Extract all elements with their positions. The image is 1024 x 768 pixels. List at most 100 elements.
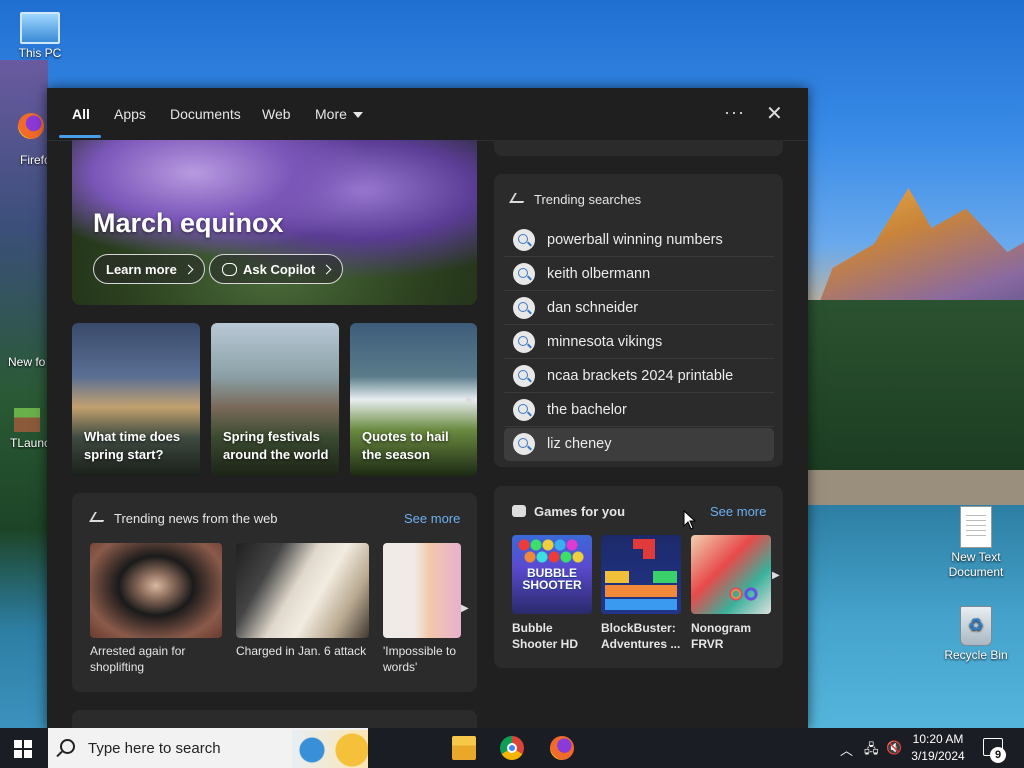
trending-searches-section: Trending searches powerball winning numb… bbox=[494, 174, 783, 467]
games-heading-label: Games for you bbox=[534, 504, 626, 519]
trending-search-label: ncaa brackets 2024 printable bbox=[547, 368, 734, 384]
hero-card[interactable]: March equinox Learn more Ask Copilot bbox=[72, 140, 477, 305]
mouse-cursor bbox=[683, 509, 697, 535]
news-see-more-link[interactable]: See more bbox=[404, 511, 460, 526]
games-see-more-link[interactable]: See more bbox=[710, 504, 766, 519]
trending-news-heading: Trending news from the web bbox=[89, 511, 278, 526]
games-heading: Games for you bbox=[512, 504, 625, 519]
chrome-icon[interactable] bbox=[500, 736, 524, 760]
desktop-icon-firefox[interactable]: Firefo bbox=[14, 113, 51, 167]
news-item-caption[interactable]: 'Impossible to words' bbox=[383, 643, 461, 675]
game-tile-blockbuster[interactable] bbox=[601, 535, 681, 614]
computer-icon bbox=[20, 12, 60, 44]
card-spring-festivals[interactable]: Spring festivals around the world bbox=[211, 323, 339, 476]
desktop-icon-this-pc[interactable]: This PC bbox=[12, 12, 68, 60]
games-next-button[interactable]: ▶ bbox=[772, 570, 780, 581]
desktop-icon-label: TLaunc bbox=[10, 436, 51, 450]
desktop-icon-new-folder[interactable]: New fo bbox=[8, 355, 48, 369]
card-caption: Spring festivals around the world bbox=[223, 429, 329, 462]
show-hidden-icons-button[interactable]: ︿ bbox=[840, 740, 853, 759]
news-item-caption[interactable]: Charged in Jan. 6 attack bbox=[236, 643, 376, 659]
game-tile-bubble-shooter[interactable]: BUBBLE SHOOTER bbox=[512, 535, 592, 614]
previous-section-card bbox=[494, 140, 783, 156]
news-item-image[interactable] bbox=[236, 543, 369, 638]
trending-search-label: dan schneider bbox=[547, 300, 639, 316]
tab-documents[interactable]: Documents bbox=[170, 106, 241, 122]
trending-search-label: keith olbermann bbox=[547, 266, 651, 282]
game-title[interactable]: BlockBuster: Adventures ... bbox=[601, 620, 689, 652]
trending-search-item[interactable]: liz cheney bbox=[504, 428, 774, 461]
search-icon bbox=[513, 365, 535, 387]
news-next-button[interactable]: ▶ bbox=[461, 603, 469, 614]
trending-icon bbox=[89, 512, 109, 522]
card-quotes[interactable]: Quotes to hail the season bbox=[350, 323, 477, 476]
card-spring-start[interactable]: What time does spring start? bbox=[72, 323, 200, 476]
bubbles-art bbox=[518, 539, 586, 569]
recycle-bin-icon: ♻ bbox=[960, 606, 992, 646]
desktop-icon-recycle-bin[interactable]: ♻ Recycle Bin bbox=[938, 606, 1014, 662]
game-title[interactable]: Nonogram FRVR bbox=[691, 620, 771, 652]
notification-count-badge: 9 bbox=[990, 747, 1006, 763]
search-highlight-image bbox=[292, 730, 368, 768]
card-caption: What time does spring start? bbox=[84, 429, 181, 462]
chat-icon bbox=[222, 263, 237, 276]
trending-icon bbox=[509, 193, 529, 203]
network-icon[interactable]: 🖧 bbox=[864, 740, 879, 762]
search-icon bbox=[513, 399, 535, 421]
close-icon: ✕ bbox=[766, 103, 783, 125]
start-button[interactable] bbox=[14, 740, 32, 758]
search-icon bbox=[513, 263, 535, 285]
chevron-right-icon: ▶ bbox=[465, 394, 475, 406]
trending-search-item[interactable]: dan schneider bbox=[504, 292, 774, 325]
more-options-button[interactable]: ··· bbox=[724, 102, 745, 123]
games-section: Games for you See more BUBBLE SHOOTER Bu… bbox=[494, 486, 783, 668]
learn-more-button[interactable]: Learn more bbox=[93, 254, 205, 284]
trending-search-item[interactable]: powerball winning numbers bbox=[504, 224, 774, 257]
trending-search-label: liz cheney bbox=[547, 436, 612, 452]
text-document-icon bbox=[960, 506, 992, 548]
trending-search-item[interactable]: keith olbermann bbox=[504, 258, 774, 291]
nonogram-logo bbox=[729, 587, 759, 601]
cards-next-button[interactable]: ▶ bbox=[463, 390, 477, 410]
search-tab-bar: All Apps Documents Web More ··· ✕ bbox=[47, 88, 808, 141]
tab-more[interactable]: More bbox=[315, 106, 363, 122]
trending-news-section: Trending news from the web See more Arre… bbox=[72, 493, 477, 692]
tab-all[interactable]: All bbox=[72, 106, 90, 122]
file-explorer-icon[interactable] bbox=[452, 736, 476, 760]
trending-searches-heading-label: Trending searches bbox=[534, 192, 642, 207]
tab-web[interactable]: Web bbox=[262, 106, 291, 122]
chevron-right-icon bbox=[321, 264, 332, 275]
trending-searches-heading: Trending searches bbox=[509, 192, 642, 207]
taskbar: Type here to search ︿ 🖧 🔇 10:20 AM 3/19/… bbox=[0, 728, 1024, 768]
bubble-shooter-logo: BUBBLE SHOOTER bbox=[522, 566, 582, 592]
trending-search-item[interactable]: minnesota vikings bbox=[504, 326, 774, 359]
search-icon bbox=[513, 297, 535, 319]
trending-search-item[interactable]: the bachelor bbox=[504, 394, 774, 427]
trending-search-label: minnesota vikings bbox=[547, 334, 663, 350]
blocks-art bbox=[605, 539, 677, 610]
news-item-image[interactable] bbox=[383, 543, 461, 638]
ask-copilot-label: Ask Copilot bbox=[243, 262, 316, 277]
desktop-icon-new-text-document[interactable]: New Text Document bbox=[938, 506, 1014, 580]
active-tab-indicator bbox=[59, 135, 101, 138]
trending-search-item[interactable]: ncaa brackets 2024 printable bbox=[504, 360, 774, 393]
tab-apps[interactable]: Apps bbox=[114, 106, 146, 122]
chevron-right-icon bbox=[183, 264, 194, 275]
desktop-icon-label: New Text Document bbox=[948, 550, 1004, 579]
learn-more-label: Learn more bbox=[106, 262, 177, 277]
search-icon bbox=[60, 739, 75, 754]
search-placeholder: Type here to search bbox=[88, 740, 221, 757]
news-item-image[interactable] bbox=[90, 543, 222, 638]
ask-copilot-button[interactable]: Ask Copilot bbox=[209, 254, 344, 284]
firefox-icon bbox=[18, 113, 44, 139]
firefox-icon[interactable] bbox=[550, 736, 574, 760]
close-button[interactable]: ✕ bbox=[766, 101, 783, 126]
desktop-icon-tlauncher[interactable]: TLaunc bbox=[10, 408, 51, 450]
wallpaper-forest bbox=[805, 300, 1024, 490]
news-item-caption[interactable]: Arrested again for shoplifting bbox=[90, 643, 220, 675]
game-title[interactable]: Bubble Shooter HD bbox=[512, 620, 592, 652]
system-clock[interactable]: 10:20 AM 3/19/2024 bbox=[900, 731, 976, 765]
taskbar-search-box[interactable]: Type here to search bbox=[48, 728, 368, 768]
game-tile-nonogram[interactable] bbox=[691, 535, 771, 614]
hero-title: March equinox bbox=[93, 208, 284, 238]
